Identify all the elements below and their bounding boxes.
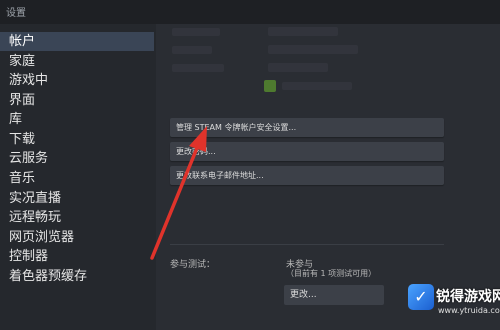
sidebar-item-broadcasting[interactable]: 实况直播 (0, 189, 154, 208)
settings-sidebar: 帐户 家庭 游戏中 界面 库 下载 云服务 音乐 实况直播 远程畅玩 网页浏览器… (0, 24, 156, 330)
watermark-logo-icon: ✓ (408, 284, 434, 310)
sidebar-item-downloads[interactable]: 下载 (0, 130, 154, 149)
watermark-url: www.ytruida.com (438, 306, 500, 315)
sidebar-item-account[interactable]: 帐户 (0, 32, 154, 51)
sidebar-item-cloud[interactable]: 云服务 (0, 149, 154, 168)
sidebar-item-family[interactable]: 家庭 (0, 52, 154, 71)
beta-status-detail: （目前有 1 项测试可用） (286, 269, 377, 278)
sidebar-item-remote-play[interactable]: 远程畅玩 (0, 208, 154, 227)
watermark: ✓ 锐得游戏网 www.ytruida.com (408, 276, 500, 330)
blurred-value (268, 63, 328, 72)
sidebar-item-in-game[interactable]: 游戏中 (0, 71, 154, 90)
sidebar-item-music[interactable]: 音乐 (0, 169, 154, 188)
change-password-button[interactable]: 更改密码... (170, 142, 444, 161)
blurred-label (172, 28, 220, 36)
manage-steam-guard-button[interactable]: 管理 STEAM 令牌帐户安全设置... (170, 118, 444, 137)
section-divider (170, 244, 444, 245)
blurred-value (268, 45, 358, 54)
watermark-title: 锐得游戏网 (436, 289, 500, 305)
blurred-value (282, 82, 352, 90)
security-status-icon (264, 80, 276, 92)
blurred-label (172, 46, 212, 54)
sidebar-item-shader-cache[interactable]: 着色器预缓存 (0, 267, 154, 286)
change-email-button[interactable]: 更改联系电子邮件地址... (170, 166, 444, 185)
window-title: 设置 (6, 8, 26, 19)
sidebar-item-library[interactable]: 库 (0, 110, 154, 129)
sidebar-item-interface[interactable]: 界面 (0, 91, 154, 110)
title-bar: 设置 (0, 0, 500, 24)
blurred-label (172, 64, 224, 72)
blurred-value (268, 27, 338, 36)
sidebar-item-controller[interactable]: 控制器 (0, 247, 154, 266)
change-beta-button[interactable]: 更改... (284, 285, 384, 305)
beta-label: 参与测试： (170, 260, 216, 270)
sidebar-item-web-browser[interactable]: 网页浏览器 (0, 228, 154, 247)
